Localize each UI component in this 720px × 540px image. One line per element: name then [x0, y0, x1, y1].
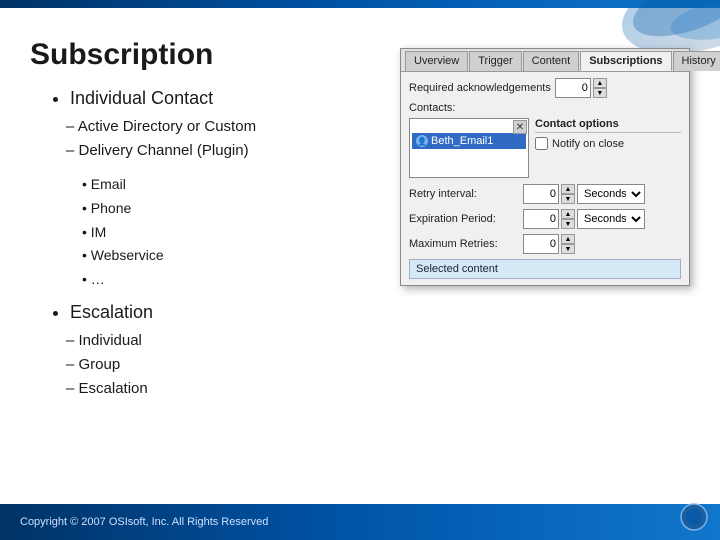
tab-subscriptions[interactable]: Subscriptions [580, 51, 671, 71]
item-im: IM [82, 221, 380, 245]
contact-options: Contact options Notify on close [535, 118, 681, 178]
sub-list-contact: Active Directory or Custom Delivery Chan… [66, 115, 380, 163]
bullet-escalation: Escalation [70, 302, 380, 323]
right-panel: Uverview Trigger Content Subscriptions H… [400, 48, 690, 484]
close-contacts-button[interactable]: ✕ [513, 120, 527, 134]
dialog-window: Uverview Trigger Content Subscriptions H… [400, 48, 690, 286]
tab-content[interactable]: Content [523, 51, 580, 71]
dialog-tabs: Uverview Trigger Content Subscriptions H… [401, 49, 689, 72]
maximum-retries-spinner[interactable]: ▲ ▼ [561, 234, 575, 254]
notify-on-close-row: Notify on close [535, 137, 681, 150]
main-content: Subscription Individual Contact Active D… [0, 8, 720, 504]
sub-item-individual: Individual [66, 329, 380, 353]
contact-item[interactable]: 👤 Beth_Email1 [412, 133, 526, 149]
contacts-label-row: Contacts: [409, 102, 681, 114]
selected-content: Selected content [409, 259, 681, 279]
expiration-period-spinner[interactable]: ▲ ▼ [561, 209, 575, 229]
left-panel: Subscription Individual Contact Active D… [30, 38, 380, 484]
bottom-bar: Copyright © 2007 OSIsoft, Inc. All Right… [0, 504, 720, 540]
expiration-period-row: Expiration Period: ▲ ▼ Seconds [409, 209, 681, 229]
req-ack-row: Required acknowledgements ▲ ▼ [409, 78, 681, 98]
expiration-period-label: Expiration Period: [409, 213, 519, 225]
req-ack-input[interactable] [555, 78, 591, 98]
retry-interval-label: Retry interval: [409, 188, 519, 200]
tab-trigger[interactable]: Trigger [469, 51, 521, 71]
req-ack-up[interactable]: ▲ [593, 78, 607, 88]
req-ack-spinner[interactable]: ▲ ▼ [593, 78, 607, 98]
contact-avatar: 👤 [416, 135, 428, 147]
logo-area [680, 503, 708, 536]
item-ellipsis: … [82, 268, 380, 292]
contacts-list-box: ✕ 👤 Beth_Email1 [409, 118, 529, 178]
tab-uverview[interactable]: Uverview [405, 51, 468, 71]
dialog-body: Required acknowledgements ▲ ▼ Contacts: … [401, 72, 689, 285]
retry-down[interactable]: ▼ [561, 194, 575, 204]
notify-on-close-checkbox[interactable] [535, 137, 548, 150]
bullet-individual-contact: Individual Contact [70, 88, 380, 109]
item-email: Email [82, 173, 380, 197]
max-retries-down[interactable]: ▼ [561, 244, 575, 254]
item-phone: Phone [82, 197, 380, 221]
maximum-retries-label: Maximum Retries: [409, 238, 519, 250]
retry-interval-row: Retry interval: ▲ ▼ Seconds [409, 184, 681, 204]
contact-name: Beth_Email1 [431, 135, 493, 147]
req-ack-input-group: ▲ ▼ [555, 78, 607, 98]
retry-interval-input-group: ▲ ▼ Seconds [523, 184, 645, 204]
contact-options-label: Contact options [535, 118, 681, 133]
retry-interval-unit[interactable]: Seconds [577, 184, 645, 204]
sub-item-delivery-channel: Delivery Channel (Plugin) [66, 139, 380, 163]
retry-interval-spinner[interactable]: ▲ ▼ [561, 184, 575, 204]
tab-history[interactable]: History [673, 51, 720, 71]
maximum-retries-input-group: ▲ ▼ [523, 234, 575, 254]
expiration-period-unit[interactable]: Seconds [577, 209, 645, 229]
retry-up[interactable]: ▲ [561, 184, 575, 194]
expiration-period-input-group: ▲ ▼ Seconds [523, 209, 645, 229]
maximum-retries-row: Maximum Retries: ▲ ▼ [409, 234, 681, 254]
maximum-retries-input[interactable] [523, 234, 559, 254]
retry-interval-input[interactable] [523, 184, 559, 204]
req-ack-label: Required acknowledgements [409, 82, 551, 94]
exp-down[interactable]: ▼ [561, 219, 575, 229]
item-webservice: Webservice [82, 244, 380, 268]
notify-on-close-label: Notify on close [552, 138, 624, 150]
page-title: Subscription [30, 38, 380, 72]
sub-sub-list: Email Phone IM Webservice … [82, 173, 380, 292]
sub-list-escalation: Individual Group Escalation [66, 329, 380, 401]
copyright-text: Copyright © 2007 OSIsoft, Inc. All Right… [20, 516, 268, 528]
exp-up[interactable]: ▲ [561, 209, 575, 219]
expiration-period-input[interactable] [523, 209, 559, 229]
sub-item-escalation: Escalation [66, 377, 380, 401]
max-retries-up[interactable]: ▲ [561, 234, 575, 244]
req-ack-down[interactable]: ▼ [593, 88, 607, 98]
sub-item-active-directory: Active Directory or Custom [66, 115, 380, 139]
contacts-section: ✕ 👤 Beth_Email1 Contact options Notify o… [409, 118, 681, 178]
sub-item-group: Group [66, 353, 380, 377]
